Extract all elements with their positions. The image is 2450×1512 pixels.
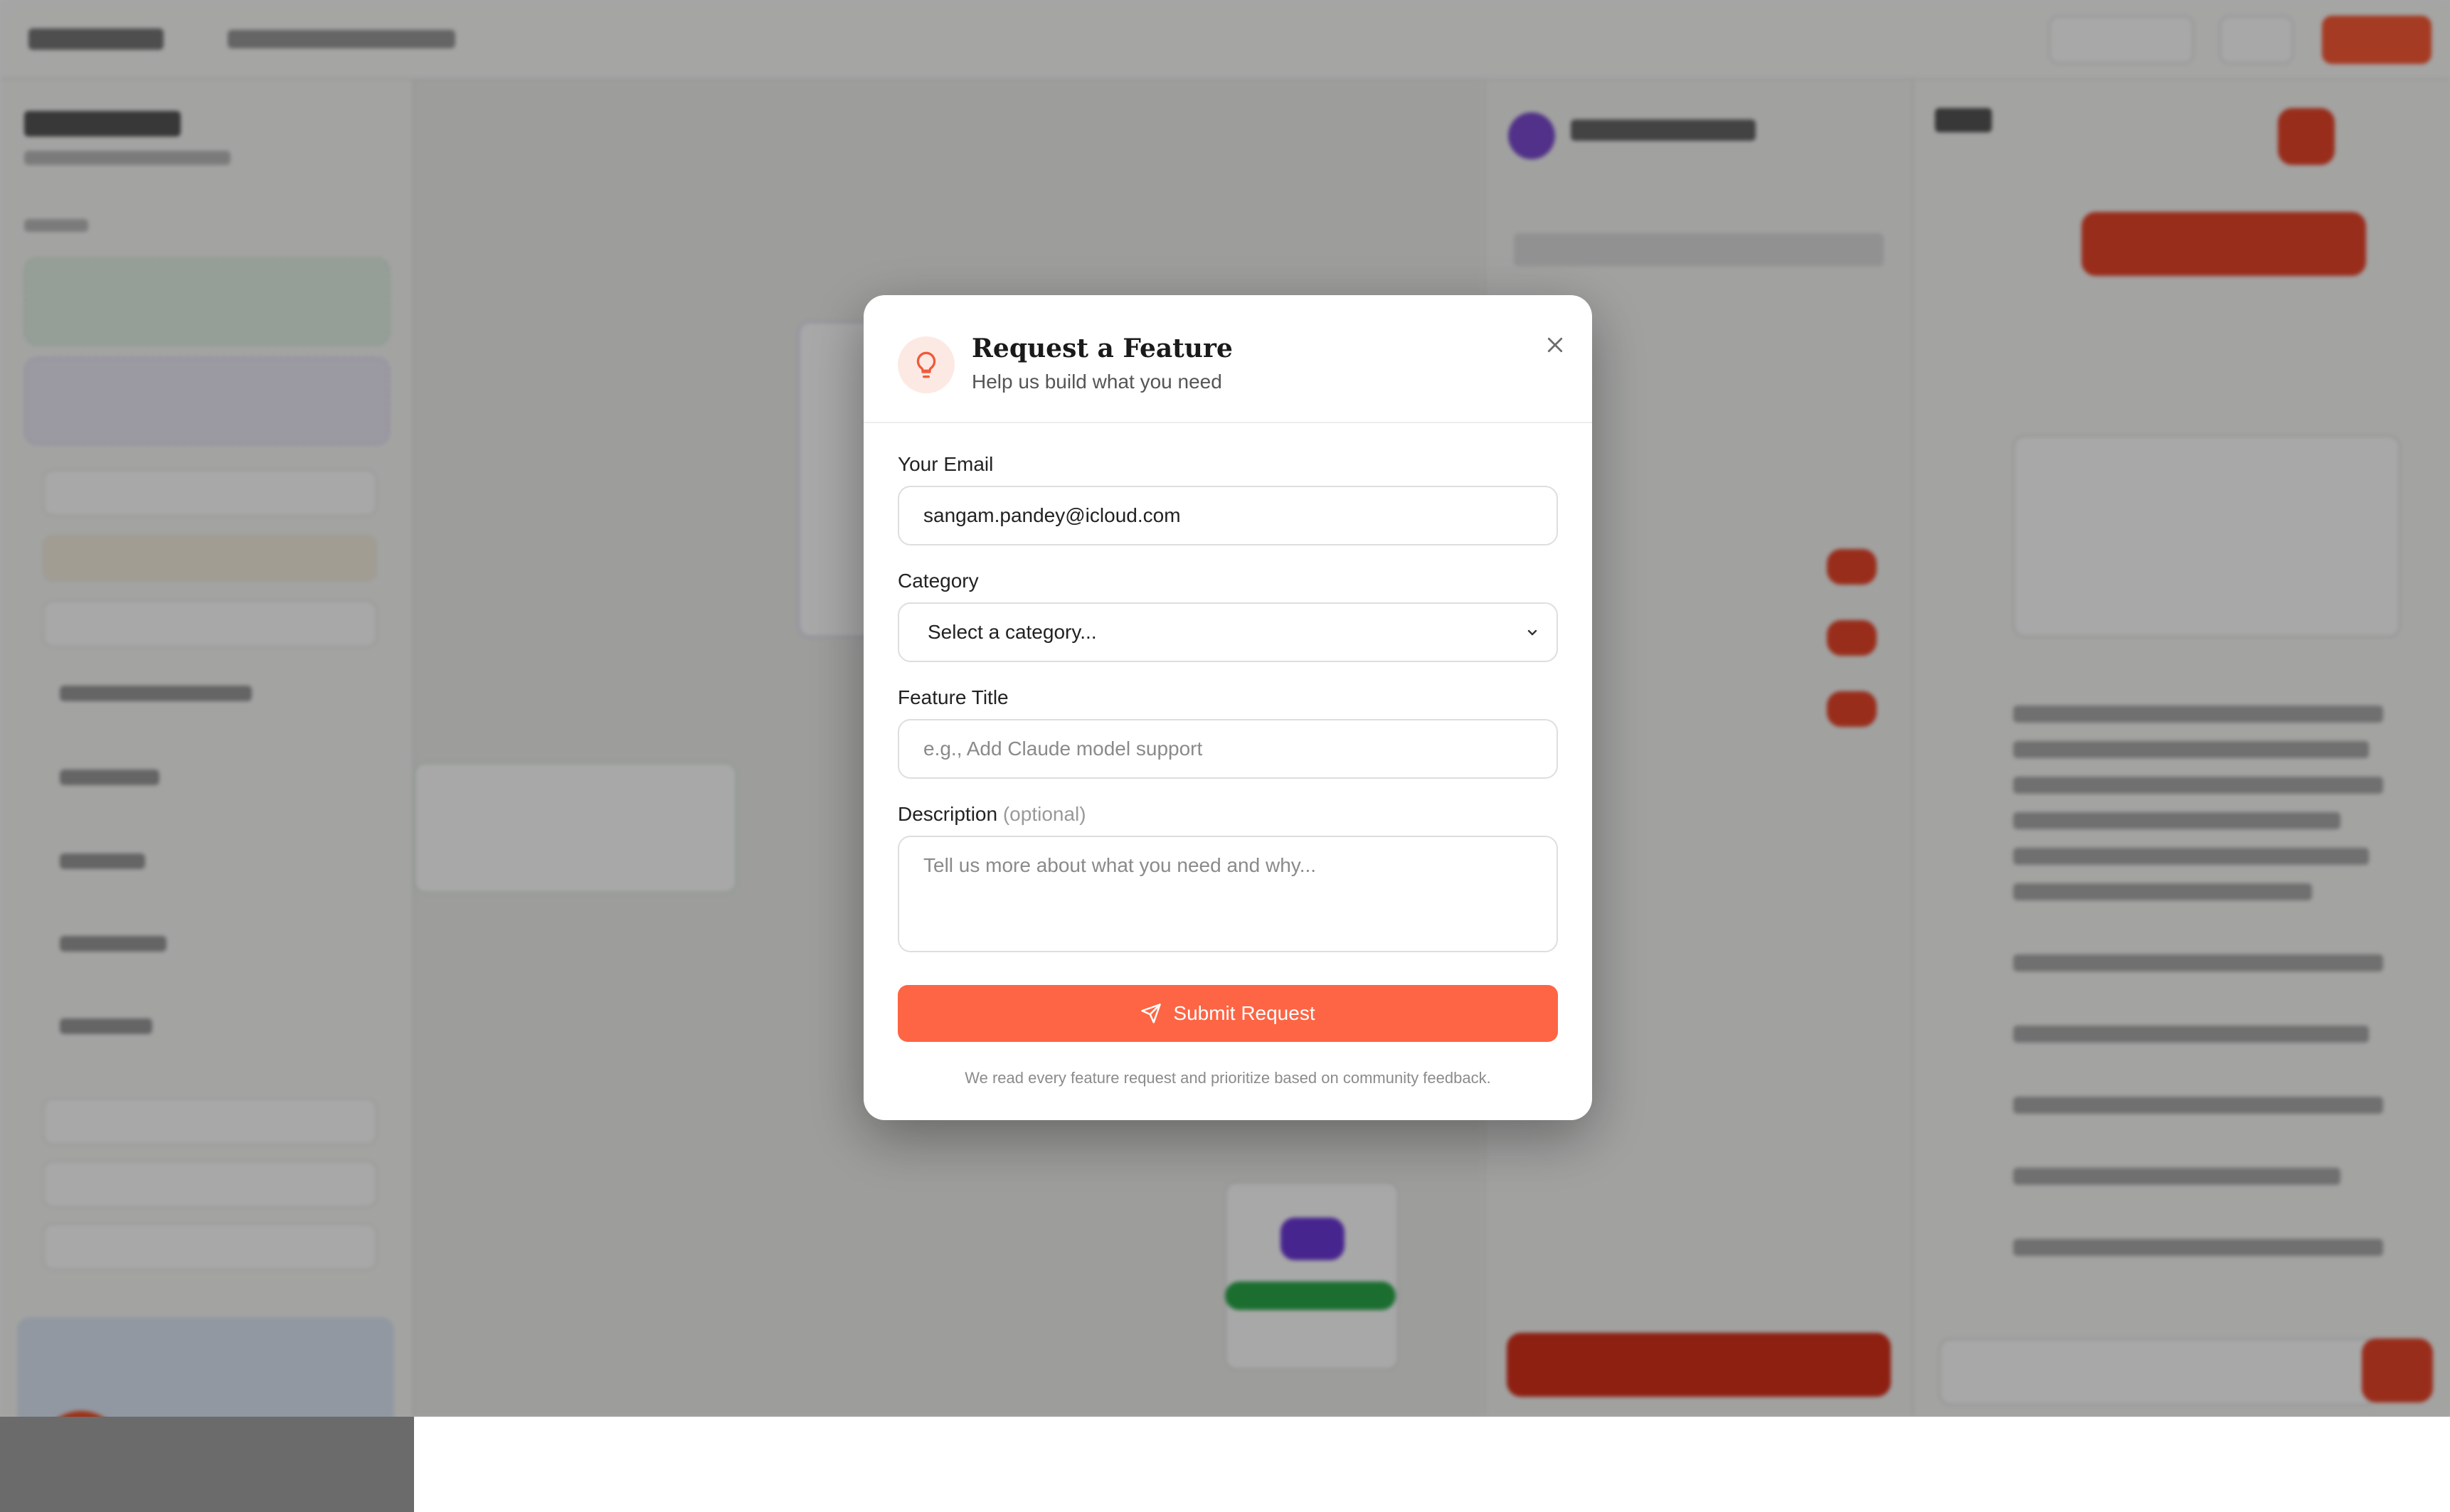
submit-request-button[interactable]: Submit Request [898,985,1558,1042]
feature-title-input[interactable] [898,719,1558,779]
bottom-blank-area [414,1417,2450,1512]
modal-header: Request a Feature Help us build what you… [864,295,1592,423]
modal-title: Request a Feature [972,334,1233,363]
feature-title-label: Feature Title [898,686,1009,708]
description-label: Description (optional) [898,803,1086,826]
category-label: Category [898,570,979,592]
send-icon [1141,1003,1162,1023]
description-label-text: Description [898,803,998,825]
submit-label: Submit Request [1173,1002,1315,1024]
chevron-down-icon [1527,629,1537,636]
close-icon [1547,337,1563,353]
email-field[interactable] [898,486,1558,545]
email-label: Your Email [898,453,994,475]
description-textarea[interactable] [898,836,1558,952]
category-select[interactable]: Select a category... [898,602,1558,662]
description-optional-hint: (optional) [1002,803,1086,825]
feature-request-modal: Request a Feature Help us build what you… [864,295,1592,1120]
close-button[interactable] [1535,325,1575,365]
lightbulb-icon [898,336,955,393]
modal-subtitle: Help us build what you need [972,371,1222,393]
footer-note: We read every feature request and priori… [965,1069,1491,1087]
category-selected-value: Select a category... [928,621,1097,643]
bottom-left-strip [0,1417,414,1512]
